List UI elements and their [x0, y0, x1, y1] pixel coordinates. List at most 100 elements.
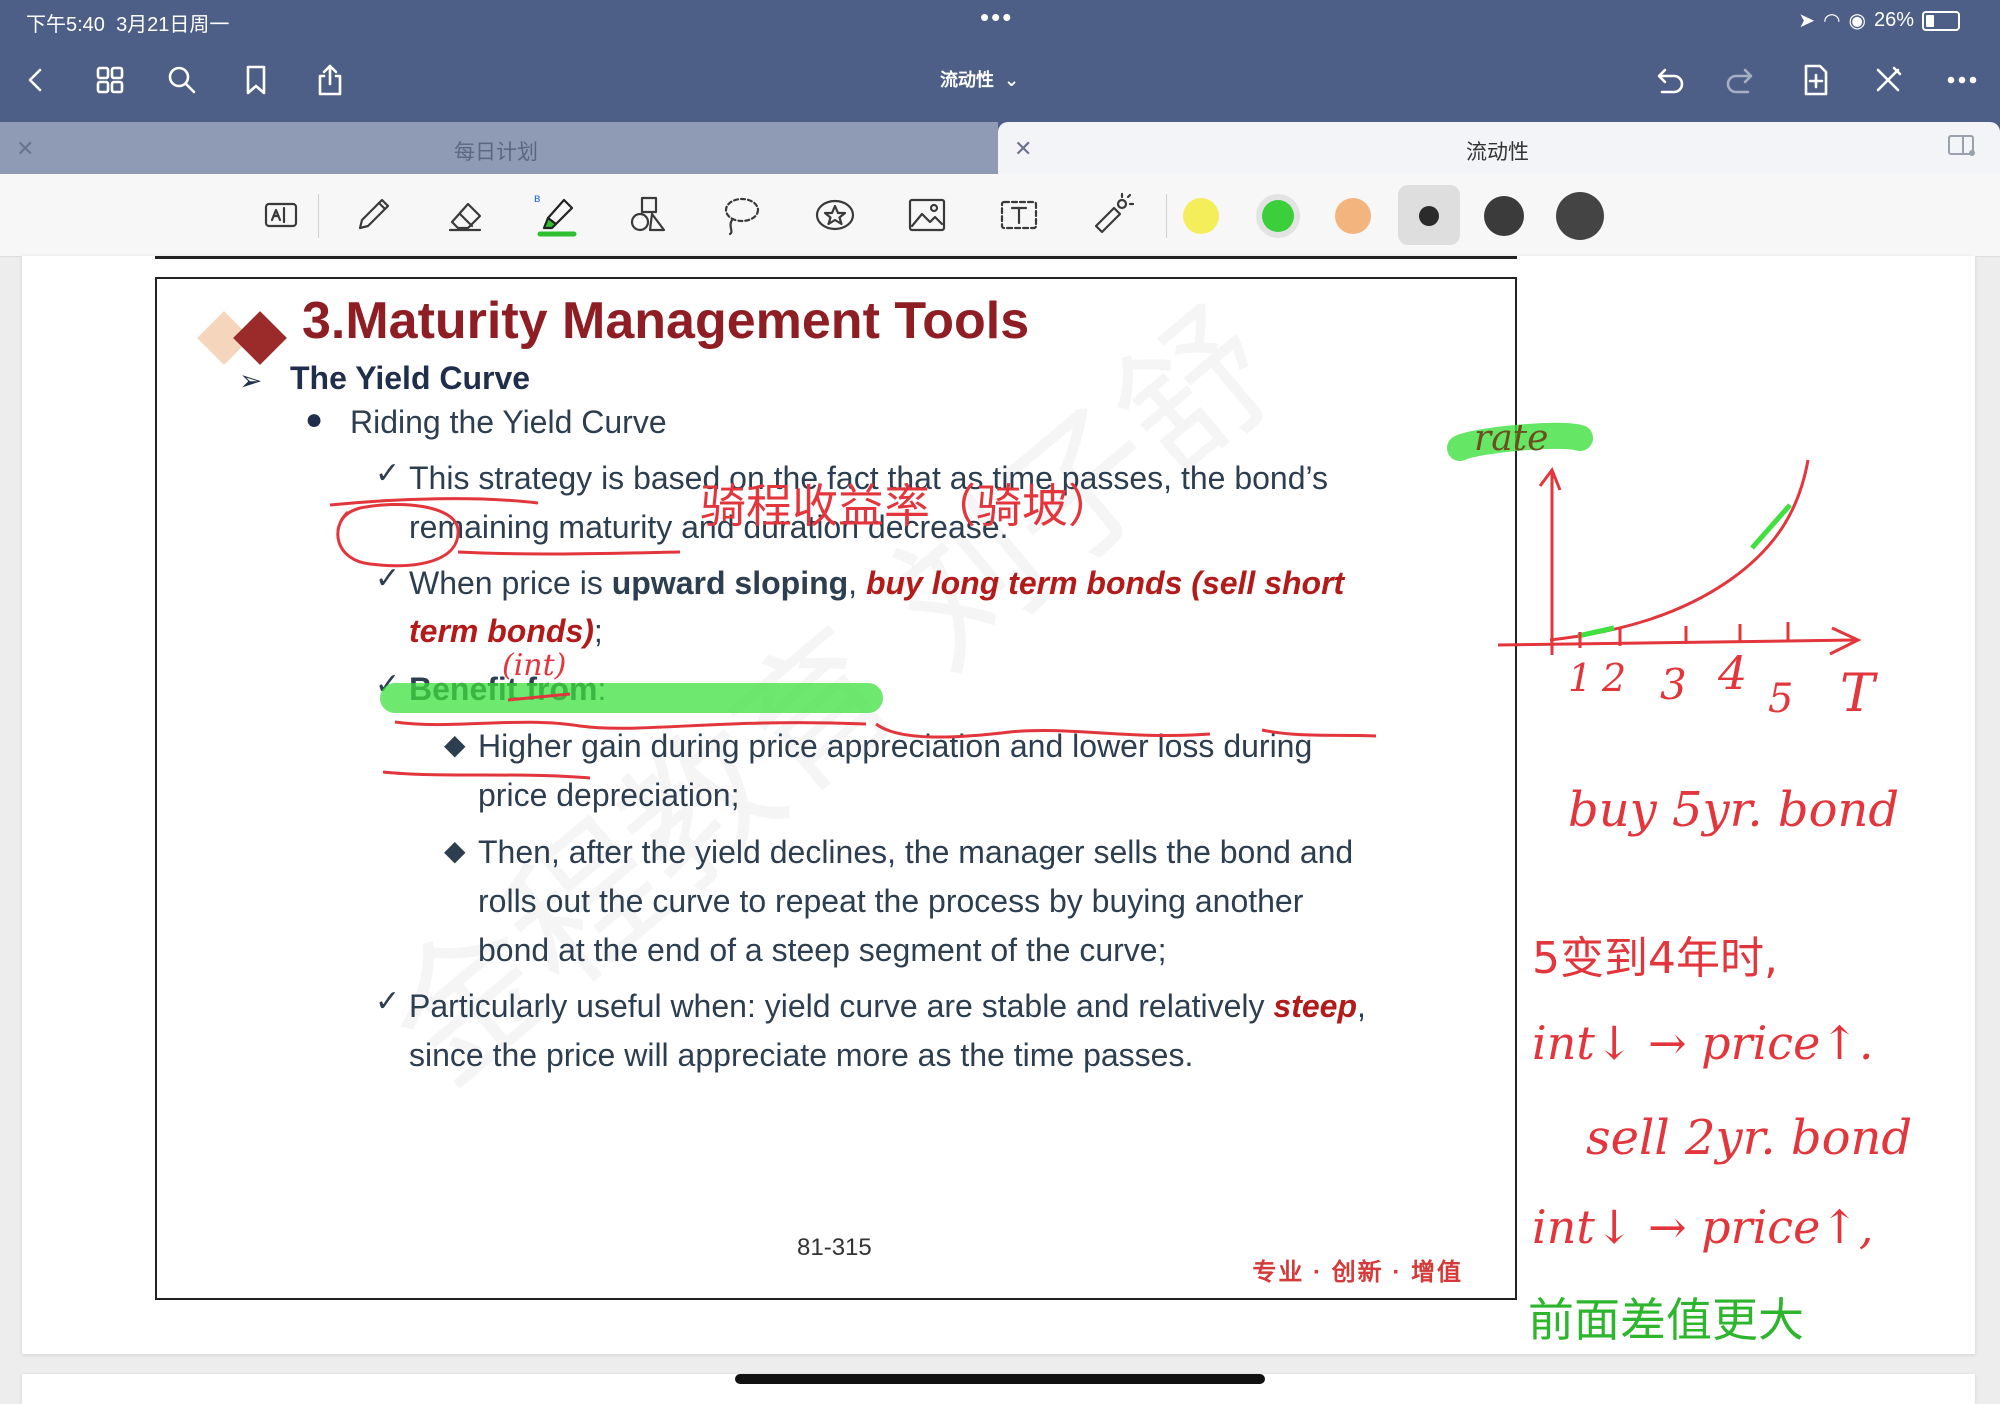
status-time: 下午5:40 3月21日周一: [26, 14, 230, 36]
note-int-price-2: int↓ → price↑,: [1532, 1200, 1874, 1254]
status-indicators: ➤ ◠ ◉ 26%: [1798, 8, 1960, 33]
point2-comma: ,: [848, 565, 866, 601]
search-icon[interactable]: [160, 58, 204, 102]
sticker-icon[interactable]: [806, 188, 864, 242]
section-heading: The Yield Curve: [290, 360, 531, 396]
footer-slogan: 专业 · 创新 · 增值: [1252, 1259, 1463, 1286]
point2-end: ;: [593, 613, 603, 649]
svg-text:ʙ: ʙ: [534, 192, 540, 205]
top-bar: 下午5:40 3月21日周一 ••• ➤ ◠ ◉ 26% 流动性 ⌄: [0, 0, 2000, 122]
steep-text: steep: [1273, 988, 1358, 1024]
riding-note: 骑程收益率（骑坡）: [700, 479, 1114, 533]
point4-text: Particularly useful when: yield curve ar…: [409, 988, 1274, 1024]
buy-long-text: buy long term bonds (sell short: [865, 565, 1345, 601]
tab-liquidity[interactable]: ✕ 流动性: [998, 122, 2000, 174]
graph-tick-3: 3: [1660, 660, 1687, 709]
point4-line1: Particularly useful when: yield curve ar…: [409, 987, 1366, 1025]
previous-slide-border: [155, 256, 1517, 259]
graph-tick-1: 1: [1568, 656, 1593, 700]
chevron-down-icon: ⌄: [1004, 70, 1020, 90]
sub1-line1: Higher gain during price appreciation an…: [478, 728, 1313, 764]
arrow-bullet-icon: ➢: [239, 365, 263, 396]
color-swatch-yellow[interactable]: [1183, 198, 1219, 234]
note-int-price-1: int↓ → price↑.: [1532, 1016, 1874, 1070]
text-box-icon[interactable]: [990, 188, 1048, 242]
back-icon[interactable]: [14, 58, 58, 102]
add-page-icon[interactable]: [1794, 58, 1838, 102]
point2-text: When price is: [409, 565, 612, 601]
page-number: 81-315: [797, 1234, 872, 1261]
sub2-line1: Then, after the yield declines, the mana…: [478, 834, 1354, 870]
shapes-icon[interactable]: [620, 188, 678, 242]
drawing-toolbar: ʙ: [0, 174, 2000, 257]
redo-icon[interactable]: [1720, 58, 1764, 102]
point2-line1: When price is upward sloping, buy long t…: [409, 564, 1344, 602]
eraser-icon[interactable]: [436, 188, 494, 242]
graph-tick-5: 5: [1768, 676, 1794, 722]
document-title-dropdown[interactable]: 流动性 ⌄: [940, 62, 1019, 93]
slide: 金程教育 刘子舒 3.Maturity Management Tools ➢ T…: [155, 277, 1517, 1300]
toolbar-divider: [318, 194, 319, 238]
diamond-bullet-icon: ◆: [444, 835, 466, 866]
pen-size-small[interactable]: [1419, 206, 1439, 226]
check-icon: ✓: [375, 562, 401, 595]
pen-size-medium[interactable]: [1484, 196, 1524, 236]
graph-x-label: T: [1840, 664, 1875, 724]
pen-size-large[interactable]: [1556, 192, 1604, 240]
int-note: (int): [502, 648, 567, 683]
close-x-icon[interactable]: [1866, 58, 1910, 102]
home-indicator[interactable]: [735, 1374, 1265, 1384]
sub1-line2: price depreciation;: [478, 777, 740, 813]
grid-icon[interactable]: [88, 58, 132, 102]
bullet-riding: Riding the Yield Curve: [350, 404, 667, 440]
upward-sloping-text: upward sloping: [611, 565, 849, 601]
multitasking-dots-icon[interactable]: •••: [980, 2, 1013, 33]
check-icon: ✓: [375, 457, 401, 490]
tab-daily-plan[interactable]: ✕ 每日计划: [0, 122, 998, 174]
battery-icon: [1922, 10, 1960, 31]
undo-icon[interactable]: [1646, 58, 1690, 102]
diamond-bullet-icon: ◆: [444, 729, 466, 760]
graph-y-label: rate: [1474, 418, 1549, 459]
check-icon: ✓: [375, 985, 401, 1018]
term-bonds-text: term bonds): [409, 613, 594, 649]
graph-tick-4: 4: [1718, 646, 1748, 700]
lasso-icon[interactable]: [712, 188, 770, 242]
toolbar-divider: [1166, 194, 1167, 238]
pen-icon[interactable]: [344, 188, 402, 242]
sub2-line2: rolls out the curve to repeat the proces…: [478, 883, 1304, 919]
title-diamond-dark: [233, 311, 287, 365]
note-sell-2yr: sell 2yr. bond: [1586, 1110, 1913, 1166]
highlighter-icon[interactable]: ʙ: [528, 188, 586, 242]
laser-pointer-icon[interactable]: [1082, 188, 1140, 242]
wifi-icon: ◠: [1823, 10, 1841, 32]
graph-tick-2: 2: [1602, 656, 1627, 700]
note-difference-larger: 前面差值更大: [1528, 1293, 1804, 1347]
status-date: 3月21日周一: [116, 14, 230, 36]
check-icon: ✓: [375, 668, 401, 701]
tab-close-icon[interactable]: ✕: [16, 136, 34, 162]
tab-label: 每日计划: [454, 141, 538, 164]
color-swatch-orange[interactable]: [1335, 198, 1371, 234]
share-icon[interactable]: [308, 58, 352, 102]
tab-bar: ✕ 每日计划 ✕ 流动性: [0, 122, 2000, 174]
tab-close-icon[interactable]: ✕: [1014, 136, 1032, 162]
image-icon[interactable]: [898, 188, 956, 242]
battery-percent: 26%: [1873, 9, 1914, 31]
dot-bullet-icon: ●: [305, 403, 324, 436]
more-icon[interactable]: [1940, 58, 1984, 102]
bookmark-icon[interactable]: [234, 58, 278, 102]
tab-label: 流动性: [1466, 141, 1529, 164]
point2-line2: term bonds);: [409, 612, 603, 650]
slide-title: 3.Maturity Management Tools: [302, 292, 1030, 350]
point3-colon: :: [597, 671, 607, 707]
note-5-to-4: 5变到4年时,: [1532, 933, 1778, 984]
lock-rotation-icon: ◉: [1848, 10, 1866, 32]
point4-line2: since the price will appreciate more as …: [409, 1037, 1194, 1073]
color-swatch-green[interactable]: [1262, 200, 1294, 232]
location-icon: ➤: [1798, 10, 1816, 32]
sub2-line3: bond at the end of a steep segment of th…: [478, 932, 1167, 968]
split-view-icon[interactable]: [1948, 135, 1976, 157]
page-layout-icon[interactable]: [252, 188, 310, 242]
point4-comma: ,: [1357, 988, 1366, 1024]
